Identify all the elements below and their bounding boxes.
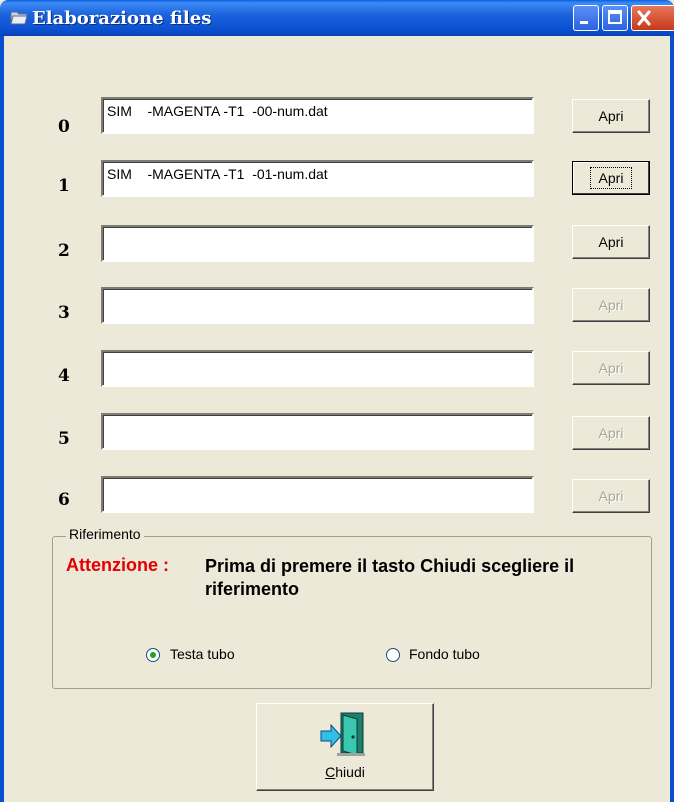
open-button-label: Apri xyxy=(598,425,624,441)
maximize-button[interactable] xyxy=(602,5,628,31)
row-index-1: 1 xyxy=(58,176,70,196)
open-button-label: Apri xyxy=(598,234,624,250)
radio-testa-tubo[interactable] xyxy=(146,648,160,662)
file-path-field-0[interactable]: SIM -MAGENTA -T1 -00-num.dat xyxy=(101,97,534,134)
file-path-field-6[interactable] xyxy=(101,476,534,513)
radio-selected-dot xyxy=(150,652,156,658)
maximize-icon xyxy=(608,10,622,24)
file-path-field-1[interactable]: SIM -MAGENTA -T1 -01-num.dat xyxy=(101,160,534,197)
open-button-0[interactable]: Apri xyxy=(572,99,650,133)
open-button-label: Apri xyxy=(589,167,633,189)
open-button-3[interactable]: Apri xyxy=(572,288,650,322)
window-frame-right xyxy=(670,36,674,802)
chiudi-button[interactable]: Chiudi xyxy=(256,703,434,791)
radio-fondo-tubo[interactable] xyxy=(386,648,400,662)
minimize-icon xyxy=(580,21,588,24)
row-index-4: 4 xyxy=(58,366,70,386)
open-button-5[interactable]: Apri xyxy=(572,416,650,450)
riferimento-legend: Riferimento xyxy=(66,526,144,542)
row-index-6: 6 xyxy=(58,490,70,510)
open-button-label: Apri xyxy=(598,360,624,376)
file-path-field-3[interactable] xyxy=(101,287,534,324)
warning-text: Prima di premere il tasto Chiudi sceglie… xyxy=(205,556,575,599)
file-path-field-5[interactable] xyxy=(101,413,534,450)
warning-label: Attenzione : xyxy=(66,555,169,575)
row-index-0: 0 xyxy=(58,117,70,137)
window-title: Elaborazione files xyxy=(32,8,212,29)
title-bar[interactable]: Elaborazione files xyxy=(0,0,674,36)
file-path-field-2[interactable] xyxy=(101,225,534,262)
chiudi-label: Chiudi xyxy=(325,764,365,780)
open-button-6[interactable]: Apri xyxy=(572,479,650,513)
minimize-button[interactable] xyxy=(573,5,599,31)
radio-label-fondo-tubo[interactable]: Fondo tubo xyxy=(409,646,480,662)
open-button-label: Apri xyxy=(598,488,624,504)
open-button-2[interactable]: Apri xyxy=(572,225,650,259)
close-button[interactable] xyxy=(631,5,674,31)
window-frame-left xyxy=(0,36,4,802)
row-index-2: 2 xyxy=(58,241,70,261)
open-button-4[interactable]: Apri xyxy=(572,351,650,385)
radio-label-testa-tubo[interactable]: Testa tubo xyxy=(170,646,235,662)
exit-door-icon xyxy=(320,712,365,756)
folder-app-icon xyxy=(10,11,28,25)
open-button-label: Apri xyxy=(598,108,624,124)
file-path-field-4[interactable] xyxy=(101,350,534,387)
close-icon xyxy=(637,10,651,26)
row-index-3: 3 xyxy=(58,303,70,323)
open-button-label: Apri xyxy=(598,297,624,313)
row-index-5: 5 xyxy=(58,429,70,449)
open-button-1[interactable]: Apri xyxy=(572,161,650,195)
